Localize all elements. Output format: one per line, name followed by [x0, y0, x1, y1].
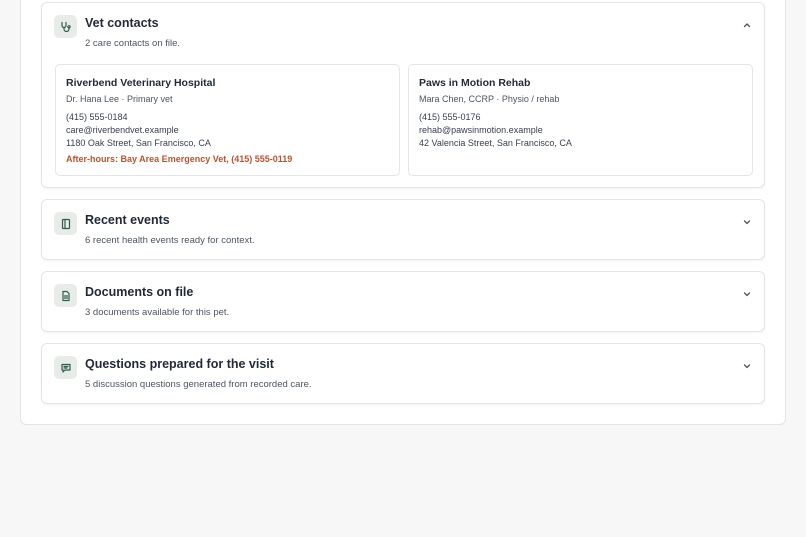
section-subtitle: 3 documents available for this pet. — [85, 307, 230, 318]
section-subtitle: 5 discussion questions generated from re… — [85, 379, 312, 390]
contact-email[interactable]: rehab@pawsinmotion.example — [419, 125, 543, 135]
section-subtitle: 6 recent health events ready for context… — [85, 235, 255, 246]
section-title[interactable]: Vet contacts — [85, 16, 159, 30]
message-icon — [54, 356, 77, 379]
section-subtitle: 2 care contacts on file. — [85, 38, 181, 49]
after-hours-note: After-hours: Bay Area Emergency Vet, (41… — [66, 154, 293, 164]
chevron-down-icon[interactable] — [742, 217, 752, 227]
document-icon — [54, 284, 77, 307]
contact-phone[interactable]: (415) 555-0184 — [66, 112, 128, 122]
section-questions[interactable]: Questions prepared for the visit 5 discu… — [41, 343, 765, 404]
contact-name: Paws in Motion Rehab — [419, 77, 531, 89]
contact-address: 42 Valencia Street, San Francisco, CA — [419, 138, 572, 148]
notebook-icon — [54, 212, 77, 235]
contact-card-primary-vet: Riverbend Veterinary Hospital Dr. Hana L… — [55, 64, 400, 176]
contact-card-rehab: Paws in Motion Rehab Mara Chen, CCRP · P… — [408, 64, 753, 176]
section-documents[interactable]: Documents on file 3 documents available … — [41, 271, 765, 332]
contact-email[interactable]: care@riverbendvet.example — [66, 125, 179, 135]
section-title[interactable]: Questions prepared for the visit — [85, 357, 274, 371]
stethoscope-icon — [54, 15, 77, 38]
contact-phone[interactable]: (415) 555-0176 — [419, 112, 481, 122]
chevron-down-icon[interactable] — [742, 289, 752, 299]
section-title[interactable]: Recent events — [85, 213, 170, 227]
contact-role: Mara Chen, CCRP · Physio / rehab — [419, 94, 560, 104]
chevron-up-icon[interactable] — [742, 20, 752, 30]
section-vet-contacts: Vet contacts 2 care contacts on file. Ri… — [41, 2, 765, 188]
contact-address: 1180 Oak Street, San Francisco, CA — [66, 138, 211, 148]
section-recent-events[interactable]: Recent events 6 recent health events rea… — [41, 199, 765, 260]
chevron-down-icon[interactable] — [742, 361, 752, 371]
contact-name: Riverbend Veterinary Hospital — [66, 77, 216, 89]
section-title[interactable]: Documents on file — [85, 285, 193, 299]
contact-role: Dr. Hana Lee · Primary vet — [66, 94, 173, 104]
